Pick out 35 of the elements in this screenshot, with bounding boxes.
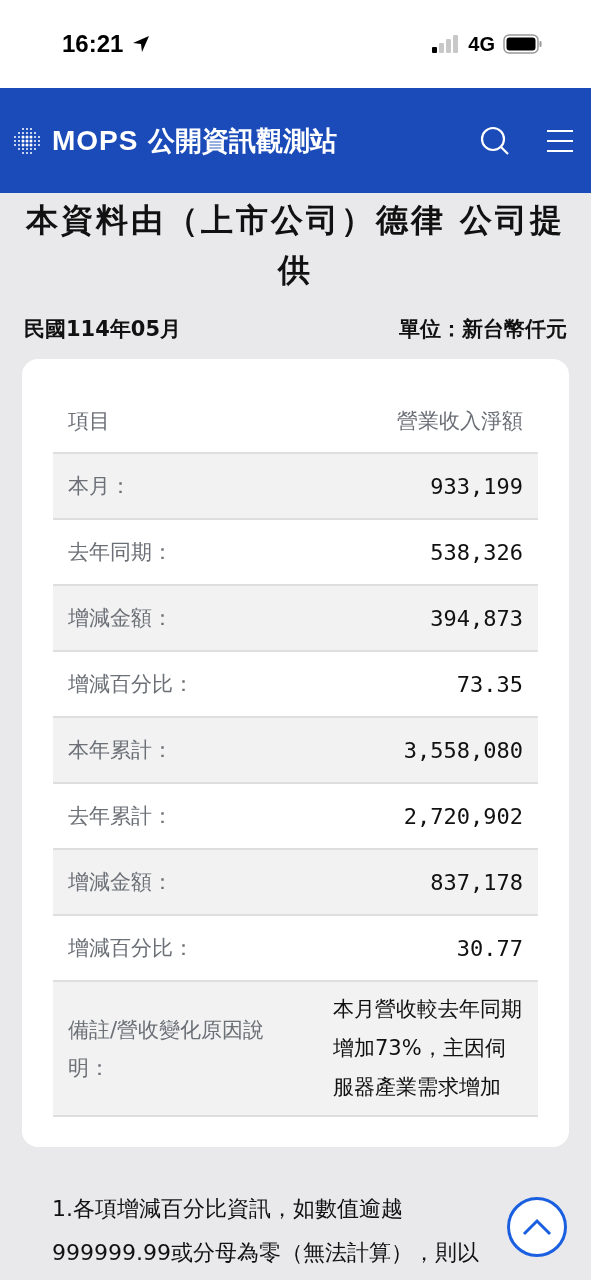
location-arrow-icon	[131, 34, 152, 54]
row-label: 去年累計：	[68, 803, 173, 830]
column-header: 營業收入淨額	[397, 407, 523, 435]
scroll-top-button[interactable]	[507, 1197, 567, 1257]
signal-icon	[432, 35, 461, 53]
value-cell: 837,178	[430, 869, 523, 895]
brand-name: MOPS	[52, 124, 139, 157]
page-heading: 本資料由（上市公司）德律 公司提供	[24, 200, 567, 291]
chevron-up-icon	[522, 1218, 552, 1236]
row-label: 備註/營收變化原因說明：	[68, 1016, 266, 1082]
status-time: 16:21	[62, 30, 124, 58]
value-cell: 394,873	[430, 605, 523, 631]
value-cell: 73.35	[456, 671, 523, 697]
value-cell: 30.77	[456, 935, 523, 961]
row-label: 本月：	[68, 473, 131, 500]
site-title: 公開資訊觀測站	[148, 123, 339, 158]
note-text: 本月營收較去年同期增加73%，主因伺服器產業需求增加	[333, 996, 523, 1101]
battery-icon	[503, 34, 543, 54]
row-label: 增減百分比：	[68, 935, 194, 962]
dot-grid-logo-icon	[12, 125, 42, 156]
row-label: 增減百分比：	[68, 671, 194, 698]
row-label: 去年同期：	[68, 539, 173, 566]
value-cell: 3,558,080	[403, 737, 523, 763]
value-cell: 933,199	[430, 473, 523, 499]
footnote-text: 999999.99或分母為零（無法計算），則以	[52, 1239, 479, 1267]
value-cell: 2,720,902	[403, 803, 523, 829]
row-label: 增減金額：	[68, 605, 173, 632]
row-label: 增減金額：	[68, 869, 173, 896]
footnote-text: 1.各項增減百分比資訊，如數值逾越	[52, 1195, 403, 1223]
row-label: 本年累計：	[68, 737, 173, 764]
period-label: 民國114年05月	[24, 316, 182, 343]
network-label: 4G	[468, 32, 495, 56]
value-cell: 538,326	[430, 539, 523, 565]
column-header: 項目	[68, 407, 110, 435]
unit-label: 單位：新台幣仟元	[399, 316, 567, 343]
